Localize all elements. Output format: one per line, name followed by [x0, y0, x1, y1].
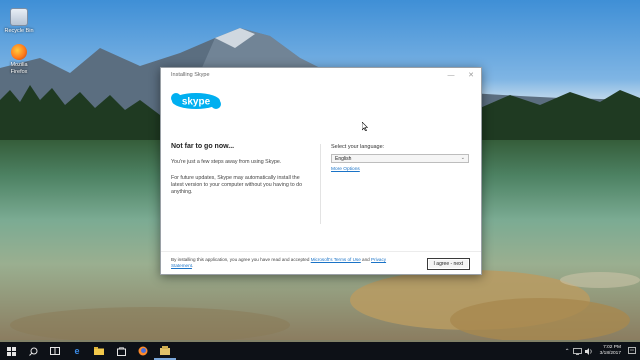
network-icon[interactable] — [572, 347, 582, 355]
firefox-icon — [11, 44, 27, 60]
task-view-icon — [50, 347, 60, 355]
edge-icon: e — [74, 346, 80, 356]
desktop-icon-recycle-bin[interactable]: Recycle Bin — [2, 8, 36, 35]
firefox-taskbar-button[interactable] — [132, 342, 154, 360]
clock[interactable]: 7:02 PM 3/18/2017 — [596, 345, 625, 357]
search-button[interactable] — [22, 342, 44, 360]
volume-icon[interactable] — [584, 347, 593, 355]
window-titlebar: Installing Skype — ✕ — [161, 68, 481, 82]
search-icon — [28, 347, 37, 356]
file-explorer-button[interactable] — [88, 342, 110, 360]
terms-prefix: By installing this application, you agre… — [171, 257, 310, 262]
page-heading: Not far to go now... — [171, 143, 235, 150]
updates-text: For future updates, Skype may automatica… — [171, 175, 303, 195]
skype-installer-window: Installing Skype — ✕ skype Not far to go… — [160, 67, 482, 275]
terms-notice: By installing this application, you agre… — [171, 257, 401, 270]
skype-logo: skype — [171, 93, 221, 109]
intro-text: You're just a few steps away from using … — [171, 159, 282, 165]
window-title: Installing Skype — [171, 72, 210, 78]
desktop-icon-firefox[interactable]: Mozilla Firefox — [2, 44, 36, 75]
language-select-value: English — [335, 155, 352, 162]
terms-of-use-link[interactable]: Microsoft's Terms of Use — [311, 257, 361, 262]
start-icon — [6, 346, 16, 356]
system-tray: ⌃ 7:02 PM 3/18/2017 — [565, 342, 636, 360]
installer-taskbar-button[interactable] — [154, 342, 176, 360]
terms-and: and — [362, 257, 370, 262]
desktop-icon-label: Mozilla Firefox — [10, 62, 28, 75]
terms-end: . — [191, 263, 194, 269]
file-explorer-icon — [94, 347, 104, 355]
more-options-link[interactable]: More Options — [331, 167, 360, 172]
edge-button[interactable]: e — [66, 342, 88, 360]
mouse-cursor-icon — [362, 122, 368, 131]
minimize-button[interactable]: — — [441, 68, 461, 82]
skype-logo-text: skype — [182, 97, 211, 108]
store-button[interactable] — [110, 342, 132, 360]
language-label: Select your language: — [331, 144, 385, 150]
desktop-icon-label: Recycle Bin — [4, 28, 34, 34]
language-select[interactable]: English ⌄ — [331, 154, 469, 163]
agree-next-button[interactable]: I agree - next — [426, 258, 470, 270]
column-divider — [320, 144, 321, 224]
recycle-bin-icon — [10, 8, 28, 26]
show-hidden-icons-icon[interactable]: ⌃ — [565, 348, 570, 355]
close-button[interactable]: ✕ — [461, 68, 481, 82]
start-button[interactable] — [0, 342, 22, 360]
clock-date: 3/18/2017 — [599, 351, 621, 356]
store-icon — [116, 346, 126, 356]
firefox-icon — [138, 346, 148, 356]
installer-icon — [160, 345, 170, 355]
taskbar: e ⌃ 7:02 PM 3/18/2017 — [0, 342, 640, 360]
installer-footer: By installing this application, you agre… — [161, 251, 481, 274]
action-center-icon[interactable] — [628, 347, 636, 355]
chevron-down-icon: ⌄ — [460, 155, 465, 161]
task-view-button[interactable] — [44, 342, 66, 360]
